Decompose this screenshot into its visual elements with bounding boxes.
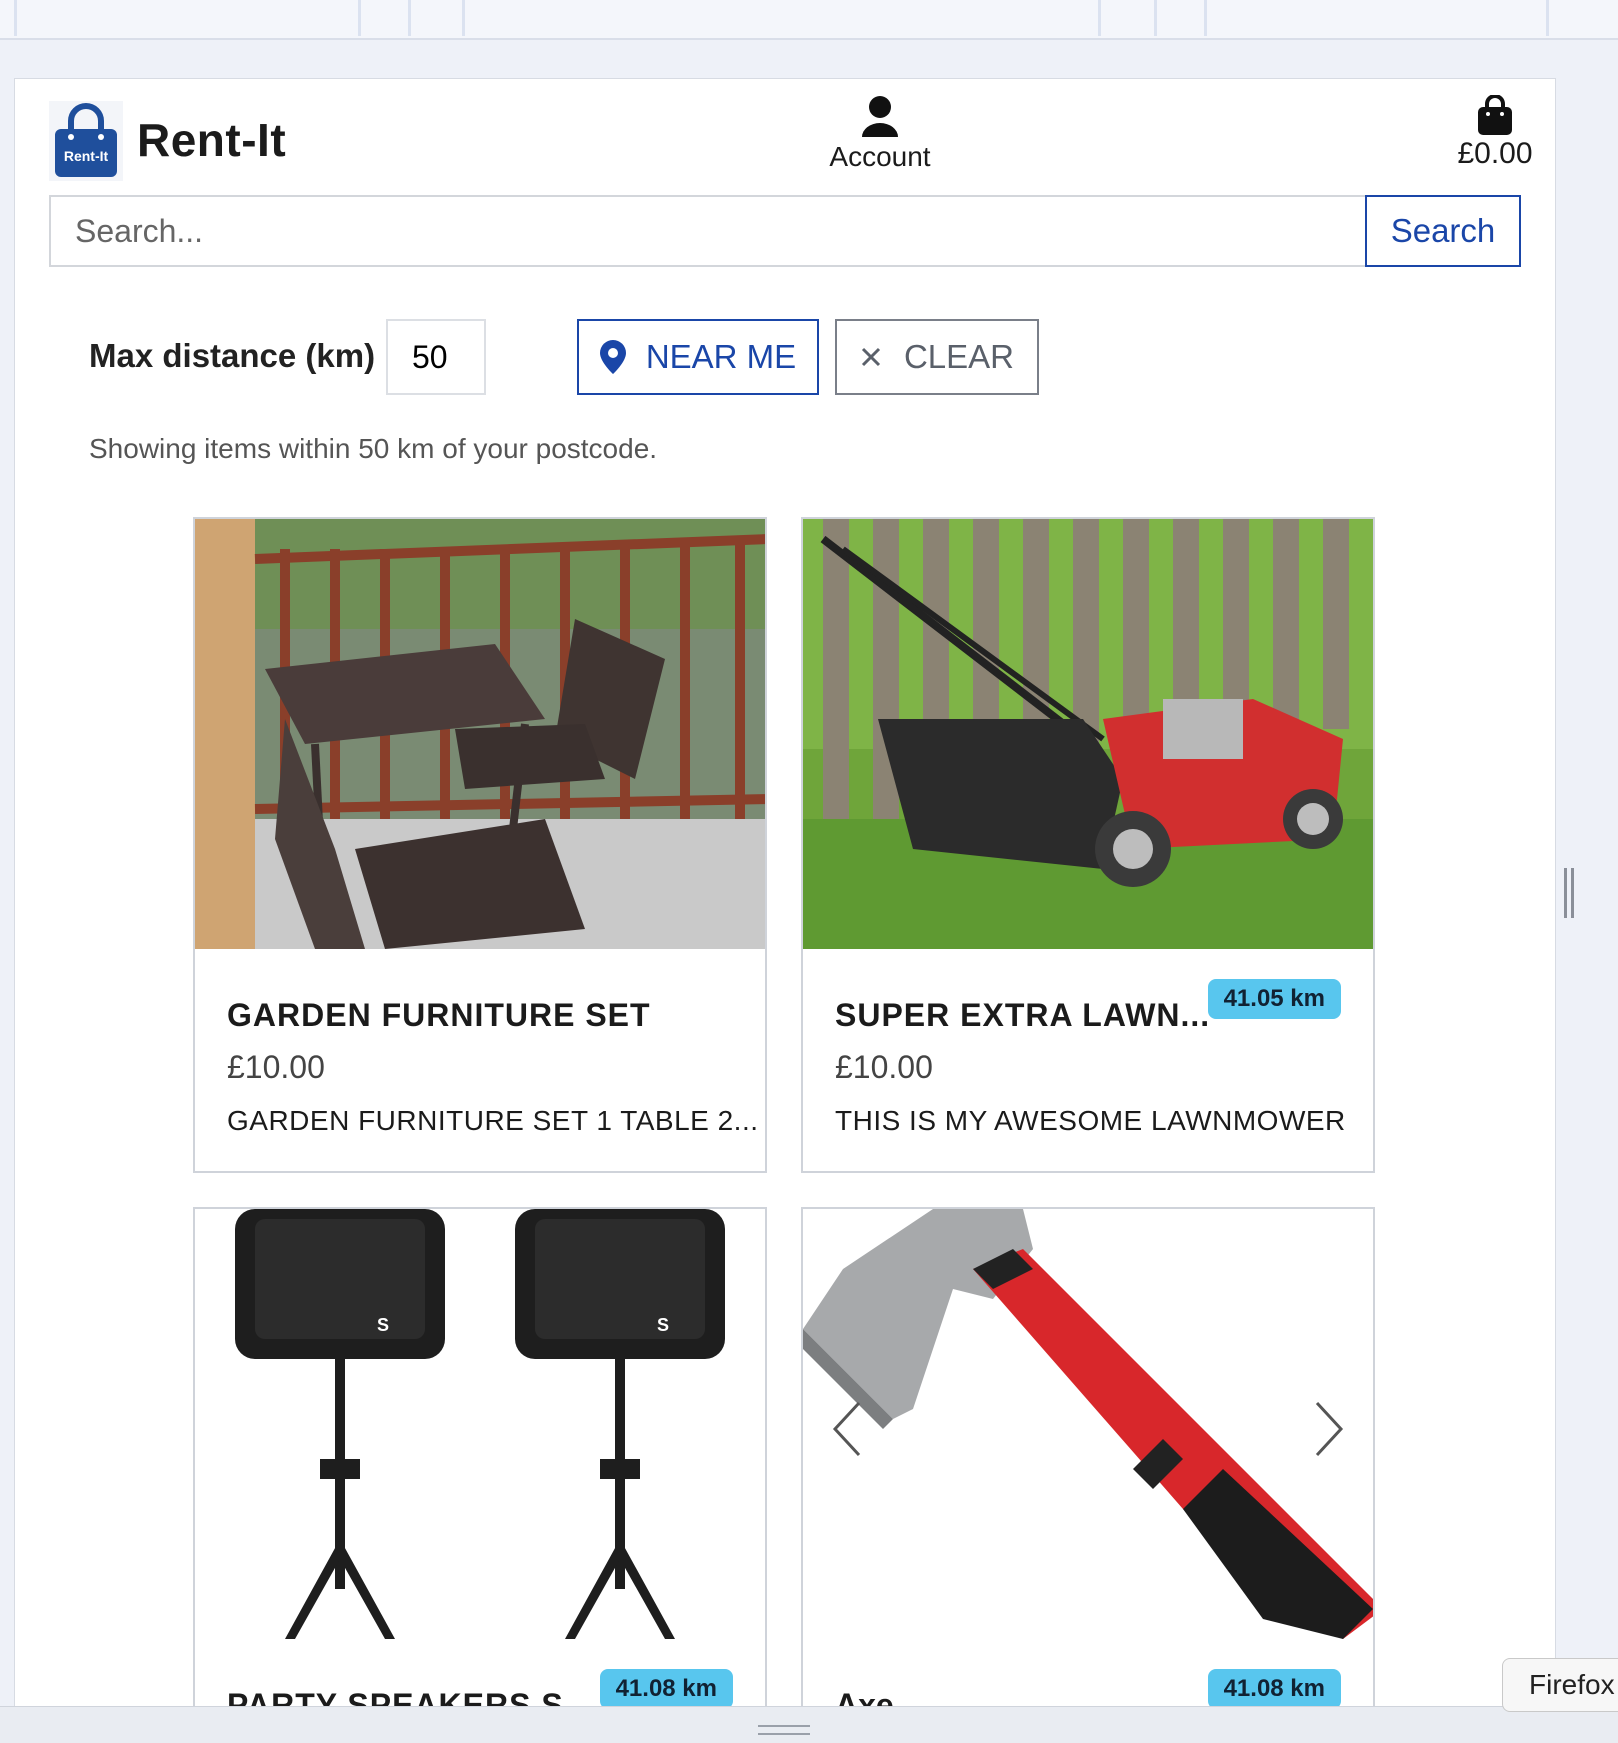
strip-divider: [1154, 0, 1157, 36]
listing-image[interactable]: [803, 519, 1373, 949]
party-speakers-photo: S S: [195, 1209, 765, 1639]
account-link[interactable]: Account: [805, 95, 955, 173]
svg-text:S: S: [377, 1315, 389, 1335]
cart-total: £0.00: [1457, 137, 1533, 170]
listing-title[interactable]: SUPER EXTRA LAWN...: [835, 997, 1210, 1034]
listing-price: £10.00: [835, 1049, 933, 1085]
top-tab-strip: [0, 0, 1618, 40]
listing-description: GARDEN FURNITURE SET 1 TABLE 2...: [227, 1105, 759, 1136]
garden-furniture-photo: [195, 519, 765, 949]
lawnmower-photo: [803, 519, 1373, 949]
shopping-bag-icon: [1478, 95, 1512, 135]
shopping-bag-logo-icon: Rent-It: [49, 101, 123, 181]
carousel-prev-icon[interactable]: [829, 1399, 865, 1459]
cart-link[interactable]: £0.00: [1425, 95, 1555, 171]
max-distance-label: Max distance (km): [89, 337, 376, 374]
axe-photo: [803, 1209, 1373, 1639]
strip-divider: [358, 0, 361, 36]
search-button[interactable]: Search: [1365, 195, 1521, 267]
page-panel: Rent-It Rent-It Account £0.00 Search Max…: [14, 78, 1556, 1730]
strip-divider: [462, 0, 465, 36]
svg-text:S: S: [657, 1315, 669, 1335]
svg-text:Rent-It: Rent-It: [64, 148, 109, 164]
strip-divider: [1098, 0, 1101, 36]
carousel-next-icon[interactable]: [1311, 1399, 1347, 1459]
search-input[interactable]: [49, 195, 1393, 267]
max-distance-input[interactable]: [386, 319, 486, 395]
distance-badge: 41.05 km: [1207, 979, 1341, 1019]
rent-it-logo[interactable]: Rent-It: [49, 101, 123, 181]
firefox-tooltip: Firefox: [1502, 1658, 1618, 1712]
near-me-label: NEAR ME: [645, 338, 797, 375]
resize-handle[interactable]: [1564, 868, 1574, 918]
listing-card[interactable]: 41.08 km Axe: [801, 1207, 1375, 1729]
site-header: Rent-It Rent-It Account £0.00: [15, 79, 1555, 189]
listing-image[interactable]: [803, 1209, 1373, 1639]
listing-card[interactable]: 41.05 km SUPER EXTRA LAWN... £10.00 THIS…: [801, 517, 1375, 1173]
brand-name[interactable]: Rent-It: [137, 113, 286, 167]
listing-price: £10.00: [227, 1049, 325, 1085]
listing-card[interactable]: GARDEN FURNITURE SET £10.00 GARDEN FURNI…: [193, 517, 767, 1173]
strip-divider: [1546, 0, 1549, 36]
listing-card[interactable]: S S 41.08 km PARTY SPEAKERS S...: [193, 1207, 767, 1729]
strip-divider: [1204, 0, 1207, 36]
listing-image[interactable]: S S: [195, 1209, 765, 1639]
near-me-button[interactable]: NEAR ME: [577, 319, 819, 395]
drag-grip-icon[interactable]: [758, 1725, 810, 1735]
strip-divider: [14, 0, 17, 36]
distance-badge: 41.08 km: [1207, 1669, 1341, 1709]
listing-description: THIS IS MY AWESOME LAWNMOWER: [835, 1105, 1346, 1136]
distance-badge: 41.08 km: [599, 1669, 733, 1709]
close-icon: [861, 347, 881, 367]
account-label: Account: [829, 141, 931, 172]
distance-status-text: Showing items within 50 km of your postc…: [89, 433, 658, 464]
listing-title[interactable]: GARDEN FURNITURE SET: [227, 997, 651, 1034]
clear-button[interactable]: CLEAR: [835, 319, 1039, 395]
strip-divider: [408, 0, 411, 36]
bottom-bar: [0, 1706, 1618, 1743]
clear-label: CLEAR: [903, 338, 1015, 375]
person-icon: [862, 96, 898, 137]
location-pin-icon: [599, 340, 626, 374]
listing-image[interactable]: [195, 519, 765, 949]
